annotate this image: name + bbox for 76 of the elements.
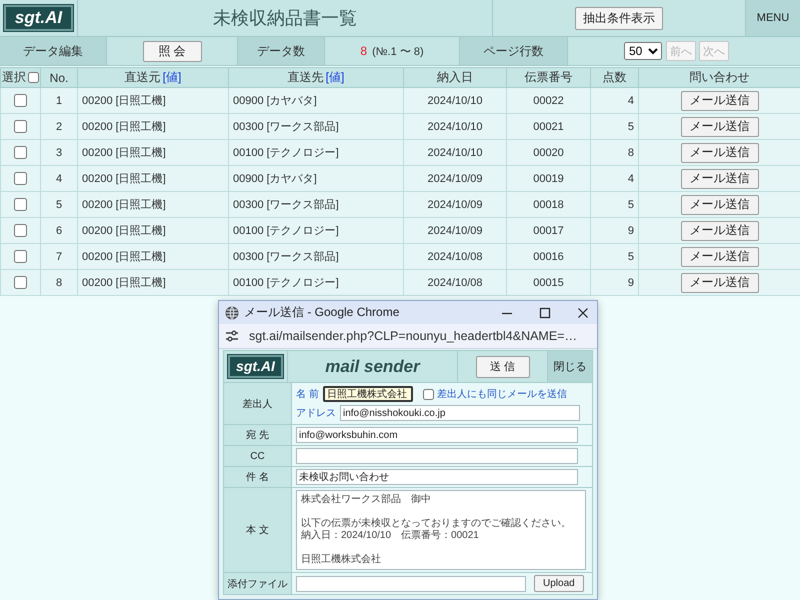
body-text-line: 株式会社ワークス部品 御中 [301, 494, 432, 506]
row-checkbox[interactable] [14, 172, 27, 185]
table-cell: 8 [40, 270, 78, 296]
page-rows-label: ページ行数 [460, 37, 568, 65]
query-button[interactable]: 照 会 [142, 40, 202, 62]
table-cell: 00200 [日照工機] [78, 270, 228, 296]
upload-button[interactable]: Upload [534, 575, 584, 592]
globe-icon [225, 306, 239, 320]
column-header: 点数 [602, 69, 626, 86]
window-title: メール送信 - Google Chrome [244, 304, 400, 321]
copy-to-sender-label: 差出人にも同じメールを送信 [436, 388, 567, 401]
row-checkbox[interactable] [14, 224, 27, 237]
value-link[interactable]: [値] [326, 69, 344, 86]
send-mail-button[interactable]: メール送信 [680, 194, 758, 214]
send-mail-button[interactable]: メール送信 [680, 246, 758, 266]
name-label: 名 前 [296, 388, 319, 401]
page-size-select[interactable]: 50 [624, 42, 662, 60]
input-field[interactable]: info@worksbuhin.com [296, 427, 578, 443]
copy-to-sender-checkbox[interactable] [422, 388, 434, 400]
field-label: 本 文 [224, 488, 292, 573]
row-checkbox[interactable] [14, 276, 27, 289]
mail-logo: sgt.AI [228, 355, 283, 378]
url-text: sgt.ai/mailsender.php?CLP=nounyu_headertbl4&NAME=… [249, 329, 577, 343]
input-field[interactable] [296, 448, 578, 464]
record-range: (№.1 〜 8) [372, 44, 424, 58]
address-field[interactable]: info@nisshokouki.co.jp [340, 405, 580, 421]
column-header: 納入日 [437, 69, 473, 86]
field-label: 宛 先 [224, 425, 292, 446]
table-cell: 2024/10/08 [404, 270, 506, 296]
send-mail-button[interactable]: メール送信 [680, 168, 758, 188]
column-header: No. [50, 70, 68, 84]
column-header: 直送元 [124, 69, 161, 86]
send-mail-button[interactable]: メール送信 [680, 90, 758, 110]
maximize-icon[interactable] [539, 306, 551, 318]
record-count: 8 [360, 44, 368, 58]
body-text-line: 以下の伝票が未検収となっておりますのでご確認ください。 [301, 518, 572, 530]
address-label: アドレス [296, 407, 336, 420]
column-header: 直送先 [288, 69, 324, 86]
file-path-field[interactable] [296, 576, 526, 592]
column-header: 問い合わせ [690, 69, 750, 86]
mail-sender-title: mail sender [325, 356, 420, 376]
row-checkbox[interactable] [14, 146, 27, 159]
select-all-checkbox[interactable] [28, 72, 39, 83]
page-title: 未検収納品書一覧 [213, 7, 357, 30]
table-cell: 00015 [506, 270, 590, 296]
row-checkbox[interactable] [14, 94, 27, 107]
filter-button[interactable]: 抽出条件表示 [575, 6, 663, 30]
value-link[interactable]: [値] [162, 69, 182, 86]
send-mail-button[interactable]: メール送信 [680, 142, 758, 162]
column-header: 選択 [2, 69, 26, 86]
sliders-icon[interactable] [225, 330, 239, 342]
column-header: 伝票番号 [524, 69, 572, 86]
table-cell: 9 [590, 270, 638, 296]
field-label: CC [224, 446, 292, 467]
name-field[interactable]: 日照工機株式会社 [322, 386, 413, 402]
logo: sgt.AI [4, 5, 74, 31]
table-cell: 00100 [テクノロジー] [228, 270, 404, 296]
row-checkbox[interactable] [14, 198, 27, 211]
close-icon[interactable] [577, 306, 589, 318]
input-field[interactable]: 未検収お問い合わせ [296, 469, 578, 485]
row-checkbox[interactable] [14, 250, 27, 263]
close-button[interactable]: 閉じる [548, 351, 592, 382]
send-mail-button[interactable]: メール送信 [680, 272, 758, 292]
message-body-field[interactable]: 株式会社ワークス部品 御中 以下の伝票が未検収となっておりますのでご確認ください。 納入日：2024/10/10 伝票番号：00021 日照工機株式会社 [296, 490, 586, 570]
send-mail-button[interactable]: メール送信 [680, 220, 758, 240]
record-count-label: データ数 [238, 37, 325, 65]
data-edit-label: データ編集 [0, 37, 107, 65]
body-text-line: 納入日：2024/10/10 伝票番号：00021 [301, 530, 480, 542]
body-text-line: 日照工機株式会社 [301, 554, 382, 566]
field-label: 添付ファイル [224, 573, 292, 594]
menu-button[interactable]: MENU [746, 0, 800, 36]
field-label: 件 名 [224, 467, 292, 488]
send-button[interactable]: 送 信 [476, 356, 530, 378]
send-mail-button[interactable]: メール送信 [680, 116, 758, 136]
field-label: 差出人 [224, 383, 292, 425]
row-checkbox[interactable] [14, 120, 27, 133]
